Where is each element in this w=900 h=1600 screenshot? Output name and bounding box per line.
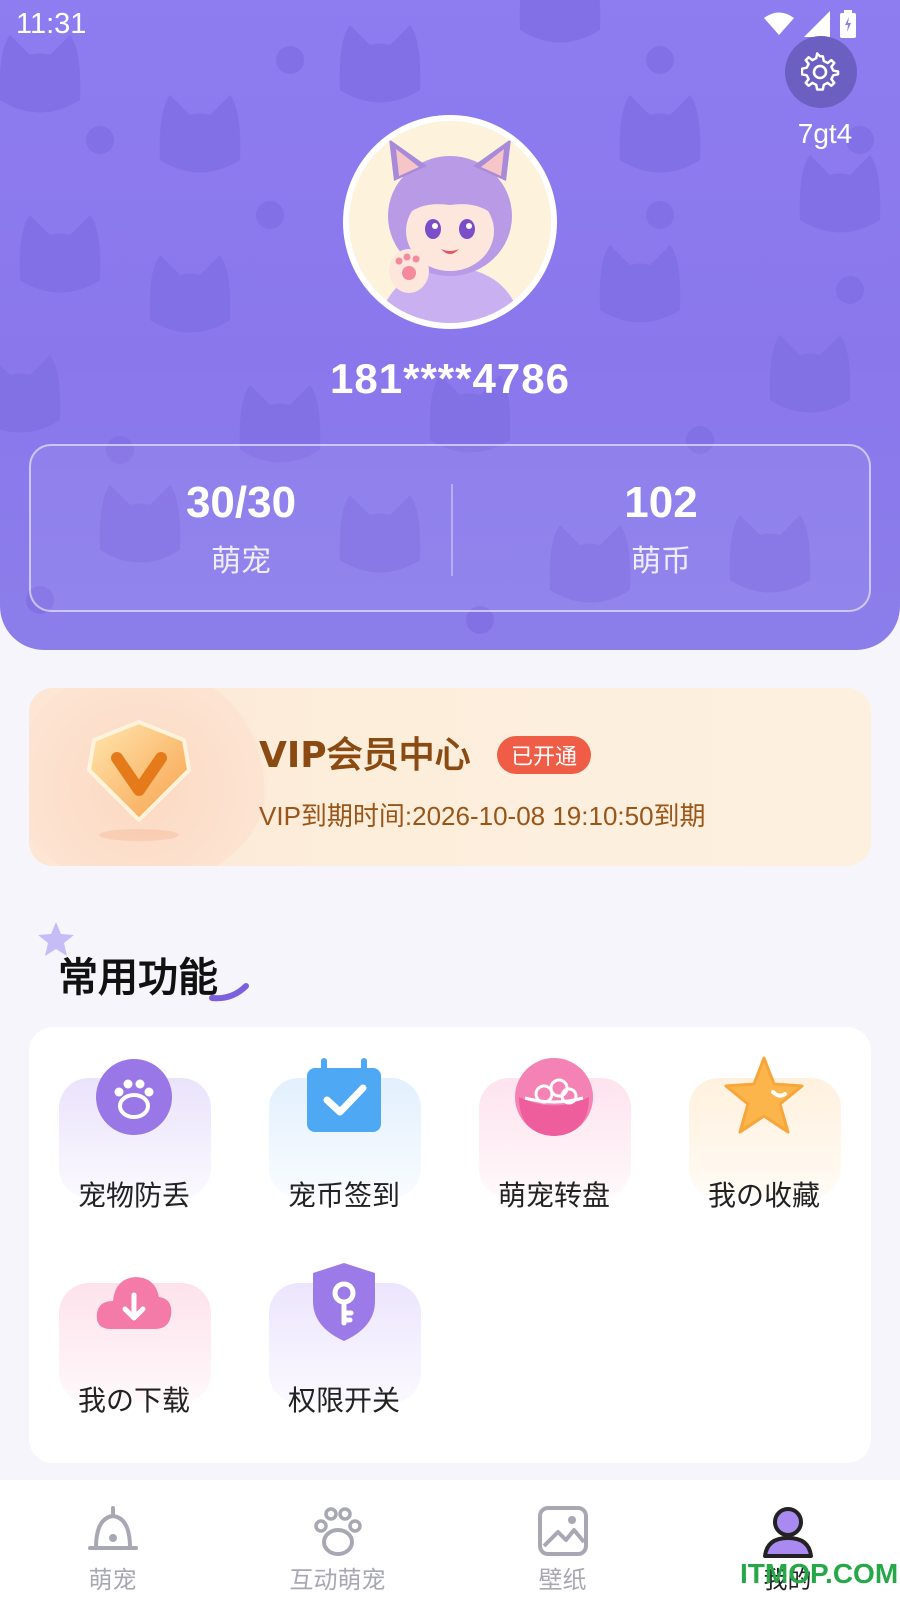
wifi-icon: [764, 12, 794, 35]
shield-key-icon: [313, 1263, 375, 1341]
vip-title: VIP会员中心: [259, 735, 471, 776]
function-favorites[interactable]: 我の收藏: [659, 1042, 869, 1222]
status-time: 11:31: [16, 8, 87, 40]
signal-icon: [804, 11, 830, 37]
function-permissions[interactable]: 权限开关: [239, 1247, 449, 1427]
profile-header: 11:31 7gt4 181****4786 30/30 萌宠 102 萌币: [0, 0, 900, 650]
vip-status-badge: 已开通: [497, 736, 592, 774]
user-phone: 181****4786: [330, 355, 570, 402]
status-icons: [764, 10, 856, 38]
image-icon: [538, 1506, 588, 1556]
stat-coins[interactable]: 102 萌币: [451, 446, 871, 614]
nav-label: 萌宠: [88, 1566, 137, 1594]
function-checkin[interactable]: 宠币签到: [239, 1042, 449, 1222]
stat-pets-value: 30/30: [185, 478, 297, 527]
swoosh-decoration: [209, 983, 249, 1002]
battery-icon: [840, 10, 856, 38]
function-label: 萌宠转盘: [497, 1179, 610, 1212]
gear-icon: [801, 52, 840, 91]
function-label: 我の下载: [77, 1384, 190, 1417]
nav-label: 壁纸: [538, 1566, 587, 1594]
nav-item-pets[interactable]: 萌宠: [0, 1480, 225, 1600]
function-lucky-wheel[interactable]: 萌宠转盘: [449, 1042, 659, 1222]
user-icon: [763, 1507, 813, 1558]
cloud-download-icon: [96, 1277, 172, 1329]
settings-button[interactable]: [785, 36, 857, 108]
nav-label: 互动萌宠: [289, 1566, 386, 1594]
nav-item-interactive-pets[interactable]: 互动萌宠: [225, 1480, 450, 1600]
anime-cat-girl-avatar: [349, 121, 551, 323]
function-label: 权限开关: [287, 1384, 400, 1417]
section-title: 常用功能: [58, 955, 218, 1001]
function-label: 宠物防丢: [77, 1179, 190, 1212]
calendar-check-icon: [307, 1058, 381, 1132]
stat-coins-label: 萌币: [631, 544, 691, 579]
wheel-icon: [515, 1058, 593, 1136]
vip-expire-text: VIP到期时间:2026-10-08 19:10:50到期: [259, 801, 706, 831]
functions-card: 宠物防丢 宠币签到 萌宠转盘 我の收藏 我の下载 权限开关: [29, 1027, 871, 1463]
stat-pets-label: 萌宠: [211, 544, 271, 579]
stat-coins-value: 102: [624, 478, 698, 527]
stat-pets[interactable]: 30/30 萌宠: [31, 446, 451, 614]
function-label: 我の收藏: [707, 1179, 820, 1212]
vip-shield-icon: [87, 720, 191, 841]
function-label: 宠币签到: [287, 1179, 400, 1212]
function-downloads[interactable]: 我の下载: [29, 1247, 239, 1427]
paw-icon: [96, 1059, 172, 1135]
function-pet-tracker[interactable]: 宠物防丢: [29, 1042, 239, 1222]
status-bar: 11:31: [0, 0, 900, 50]
avatar[interactable]: [343, 115, 557, 329]
paw-icon: [314, 1507, 362, 1556]
vip-card[interactable]: VIP会员中心 已开通 VIP到期时间:2026-10-08 19:10:50到…: [29, 688, 871, 866]
user-code: 7gt4: [797, 118, 853, 149]
nav-item-wallpaper[interactable]: 壁纸: [450, 1480, 675, 1600]
star-icon: [724, 1056, 804, 1134]
bell-icon: [88, 1506, 138, 1550]
watermark-text: ITMOP.COM: [740, 1558, 899, 1589]
stats-card: 30/30 萌宠 102 萌币: [29, 444, 871, 612]
